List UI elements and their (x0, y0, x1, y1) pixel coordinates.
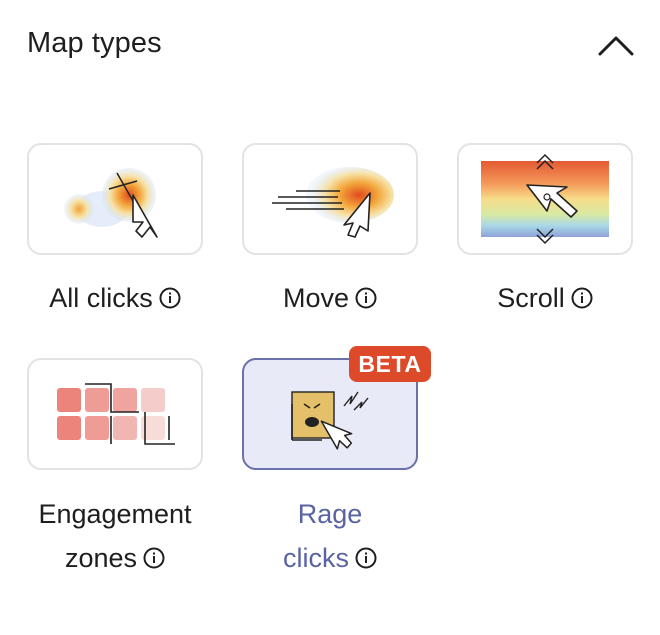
info-icon[interactable] (571, 287, 593, 309)
all-clicks-heatmap-icon (64, 168, 158, 238)
info-icon[interactable] (143, 547, 165, 569)
engagement-zones-icon (57, 383, 175, 445)
collapse-button[interactable] (592, 24, 640, 64)
map-type-all-clicks-label[interactable]: All clicks (27, 276, 203, 320)
map-type-move[interactable] (242, 143, 418, 255)
map-type-move-label[interactable]: Move (242, 276, 418, 320)
move-heatmap-icon (272, 167, 394, 238)
scroll-heatmap-icon (481, 153, 609, 245)
map-type-scroll-label[interactable]: Scroll (457, 276, 633, 320)
map-type-all-clicks[interactable] (27, 143, 203, 255)
beta-badge: BETA (349, 346, 431, 382)
info-icon[interactable] (355, 547, 377, 569)
map-type-rage-clicks-label[interactable]: Rage clicks (242, 492, 418, 580)
map-types-header: Map types (0, 0, 660, 90)
info-icon[interactable] (159, 287, 181, 309)
info-icon[interactable] (355, 287, 377, 309)
chevron-up-icon (598, 36, 634, 56)
map-type-engagement-zones-label[interactable]: Engagement zones (17, 492, 213, 580)
section-title: Map types (27, 27, 162, 59)
map-type-scroll[interactable] (457, 143, 633, 255)
map-type-engagement-zones[interactable] (27, 358, 203, 470)
